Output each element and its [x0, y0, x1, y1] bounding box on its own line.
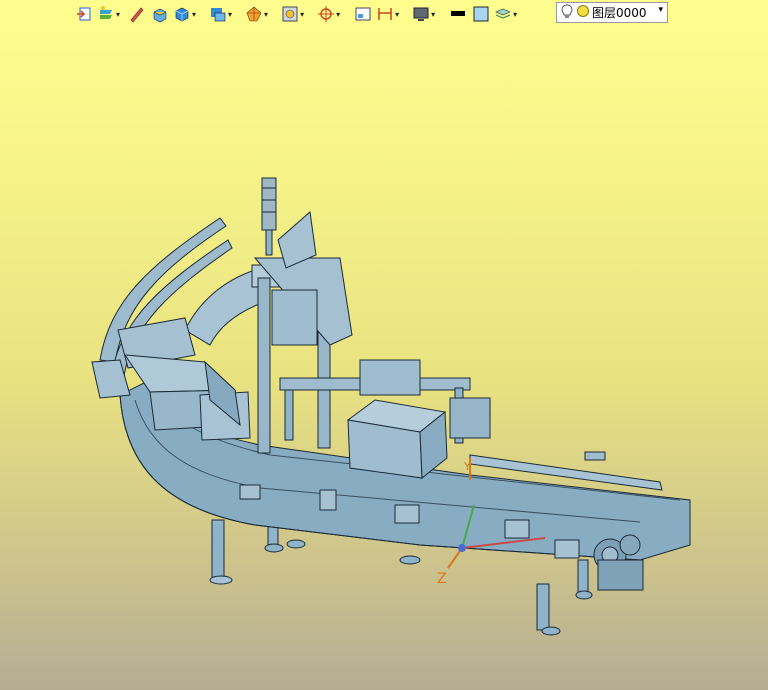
- shaded-box-icon[interactable]: [150, 3, 170, 25]
- axis-z-label: Z: [437, 571, 447, 587]
- axis-y-label: Y: [463, 460, 471, 473]
- blue-cube-icon[interactable]: ▾: [173, 3, 200, 25]
- fill-color-icon[interactable]: [471, 3, 491, 25]
- yellow-circle-icon[interactable]: [576, 4, 590, 21]
- chevron-down-icon[interactable]: ▾: [658, 5, 663, 15]
- layers-stack-icon[interactable]: ▾: [97, 3, 124, 25]
- cad-viewport[interactable]: Z Y: [0, 0, 768, 690]
- line-color-icon[interactable]: [448, 3, 468, 25]
- conveyor-model: [91, 177, 691, 636]
- exit-sketch-icon[interactable]: [74, 3, 94, 25]
- layer-name: 图层0000: [592, 6, 647, 20]
- sphere-section-icon[interactable]: ▾: [245, 3, 272, 25]
- dimension-icon[interactable]: ▾: [376, 3, 403, 25]
- layer-stack-green-icon[interactable]: ▾: [494, 3, 521, 25]
- view-cube-icon[interactable]: ▾: [209, 3, 236, 25]
- zoom-view-icon[interactable]: ▾: [281, 3, 308, 25]
- window-small-icon[interactable]: [353, 3, 373, 25]
- monitor-icon[interactable]: ▾: [412, 3, 439, 25]
- lightbulb-icon[interactable]: [560, 3, 574, 22]
- layer-selector[interactable]: 图层0000 ▾: [556, 2, 668, 23]
- target-icon[interactable]: ▾: [317, 3, 344, 25]
- pencil-icon[interactable]: [127, 3, 147, 25]
- toolbar: ▾ ▾ ▾ ▾ ▾ ▾ ▾ ▾ ▾: [74, 2, 524, 26]
